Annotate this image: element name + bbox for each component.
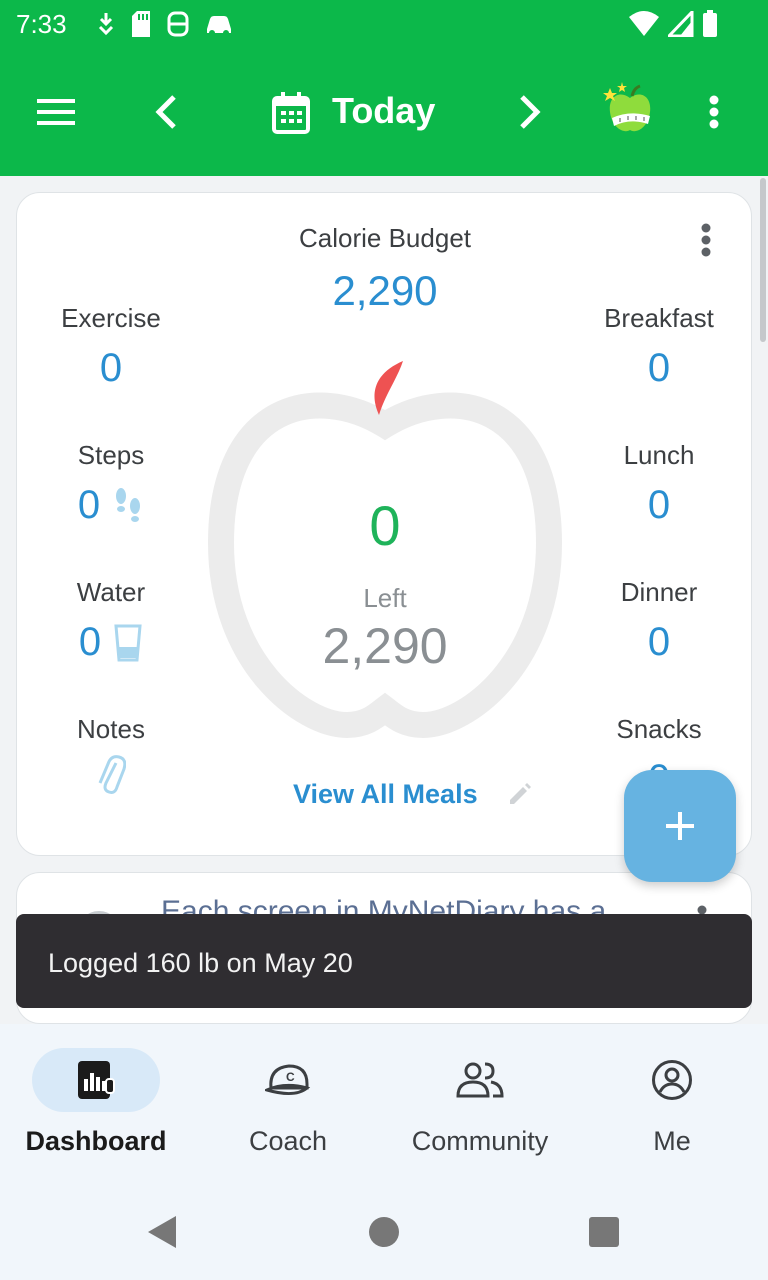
status-time: 7:33 (16, 9, 67, 39)
status-notification-icons (96, 10, 234, 38)
exercise-stat[interactable]: Exercise 0 (41, 303, 181, 391)
calories-left-value: 2,290 (322, 618, 448, 674)
back-triangle-icon[interactable] (146, 1214, 178, 1250)
nav-coach[interactable]: C Coach (192, 1048, 384, 1157)
breakfast-stat[interactable]: Breakfast 0 (589, 303, 729, 391)
assistant-icon (167, 11, 189, 37)
weight-goal-button[interactable] (600, 80, 660, 140)
exercise-label: Exercise (61, 303, 161, 333)
chevron-left-icon (155, 95, 176, 129)
download-icon (98, 13, 114, 36)
hamburger-icon (37, 99, 75, 125)
chevron-right-icon (520, 95, 541, 129)
coach-cap-icon: C (265, 1064, 311, 1095)
more-vertical-icon (709, 95, 719, 129)
paperclip-icon (98, 755, 126, 794)
app-bar: Today (0, 50, 768, 176)
previous-day-button[interactable] (144, 88, 188, 136)
bottom-navigation: Dashboard C Coach Community Me (0, 1024, 768, 1190)
calorie-dashboard-card: Calorie Budget 2,290 Exercise 0 Steps 0 … (16, 192, 752, 856)
recents-square-icon[interactable] (589, 1217, 619, 1247)
car-icon (207, 16, 231, 36)
scrollbar[interactable] (760, 178, 766, 342)
svg-text:C: C (286, 1070, 295, 1084)
calories-consumed: 0 (369, 494, 401, 557)
menu-button[interactable] (30, 90, 82, 134)
nav-community[interactable]: Community (384, 1048, 576, 1157)
dashboard-icon (78, 1061, 115, 1099)
wifi-icon (629, 11, 659, 36)
calendar-button[interactable] (268, 88, 314, 138)
breakfast-label: Breakfast (604, 303, 714, 333)
status-system-icons (628, 10, 718, 38)
battery-icon (703, 10, 717, 37)
calendar-icon (272, 92, 310, 134)
nav-me[interactable]: Me (576, 1048, 768, 1157)
signal-icon (668, 11, 694, 37)
sd-card-icon (132, 11, 150, 37)
calories-left-label: Left (363, 583, 407, 613)
calorie-budget-label: Calorie Budget (299, 223, 471, 253)
snackbar-message: Logged 160 lb on May 20 (48, 948, 353, 978)
overflow-menu-button[interactable] (696, 90, 732, 134)
community-icon (456, 1062, 504, 1098)
edit-pencil-icon[interactable] (507, 781, 533, 807)
app-bar-title[interactable]: Today (332, 90, 435, 132)
view-all-meals-link[interactable]: View All Meals (293, 779, 478, 810)
home-circle-icon[interactable] (368, 1216, 400, 1248)
notes-stat[interactable]: Notes (41, 714, 181, 797)
add-entry-fab[interactable] (624, 770, 736, 882)
nav-community-label: Community (411, 1126, 549, 1156)
apple-tape-measure-icon (603, 82, 651, 132)
steps-label: Steps (77, 440, 145, 470)
next-day-button[interactable] (508, 88, 552, 136)
nav-dashboard-label: Dashboard (25, 1126, 167, 1156)
nav-me-label: Me (653, 1126, 691, 1156)
lunch-label: Lunch (623, 440, 695, 470)
nav-coach-label: Coach (248, 1126, 328, 1156)
system-navigation-bar (0, 1190, 768, 1280)
notes-label: Notes (77, 714, 145, 744)
breakfast-value: 0 (647, 346, 671, 390)
snacks-label: Snacks (616, 714, 702, 744)
snackbar: Logged 160 lb on May 20 (16, 914, 752, 1008)
status-bar: 7:33 (0, 0, 768, 50)
profile-icon (652, 1060, 692, 1100)
nav-dashboard[interactable]: Dashboard (0, 1048, 192, 1157)
exercise-value: 0 (99, 346, 123, 390)
plus-icon (666, 812, 694, 840)
